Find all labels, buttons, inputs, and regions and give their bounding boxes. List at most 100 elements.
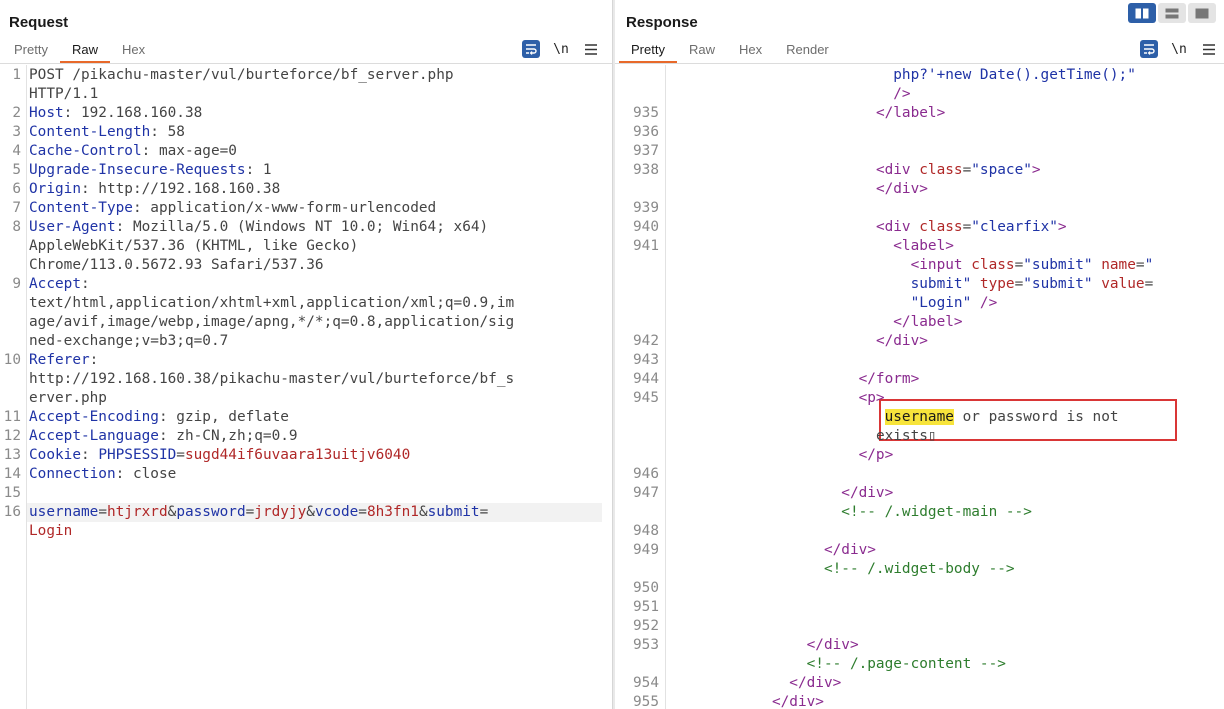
tab-hex[interactable]: Hex xyxy=(727,41,774,61)
code-token: /> xyxy=(979,295,998,311)
tab-raw[interactable]: Raw xyxy=(59,41,110,63)
request-editor[interactable]: 1 POST /pikachu-master/vul/burteforce/bf_… xyxy=(0,65,612,709)
code-text: </div> xyxy=(668,674,841,693)
text-wrap-icon[interactable] xyxy=(1140,40,1158,58)
code-token: type xyxy=(979,276,1015,292)
code-line: 944 </form> xyxy=(615,370,1224,389)
tab-render[interactable]: Render xyxy=(774,41,841,61)
code-text: php?'+new Date().getTime();" xyxy=(668,66,1136,85)
code-token: > xyxy=(1031,162,1041,178)
line-number: 942 xyxy=(633,333,659,349)
code-text: </div> xyxy=(668,541,876,560)
code-text: </label> xyxy=(668,104,945,123)
code-line: 7 Content-Type: application/x-www-form-ur… xyxy=(0,199,612,218)
text-wrap-icon[interactable] xyxy=(522,40,540,58)
code-text: </form> xyxy=(668,370,920,389)
line-number: 955 xyxy=(633,694,659,709)
code-token: /> xyxy=(893,86,911,102)
code-text: Cookie: PHPSESSID=sugd44if6uvaara13uitjv… xyxy=(29,446,410,465)
code-token: Accept-Language xyxy=(29,428,159,444)
code-line: <!-- /.widget-main --> xyxy=(615,503,1224,522)
code-line: 936 xyxy=(615,123,1224,142)
code-token: : http://192.168.160.38 xyxy=(80,181,281,197)
code-line: 10 Referer: xyxy=(0,351,612,370)
line-number: 938 xyxy=(633,162,659,178)
code-token: : 58 xyxy=(150,124,185,140)
show-newlines-button[interactable]: \n xyxy=(1170,40,1188,58)
code-token: = xyxy=(1014,276,1024,292)
code-token: = xyxy=(962,162,972,178)
layout-toggle-group xyxy=(1128,3,1216,23)
tab-pretty[interactable]: Pretty xyxy=(2,41,60,61)
code-line: age/avif,image/webp,image/apng,*/*;q=0.8… xyxy=(0,313,612,332)
code-line: 939 xyxy=(615,199,1224,218)
code-text: </div> xyxy=(668,180,928,199)
code-token: = xyxy=(176,447,185,463)
code-line: 949 </div> xyxy=(615,541,1224,560)
code-token: = xyxy=(98,504,107,520)
code-line: 16 username=htjrxrd&password=jrdyjy&vcode… xyxy=(0,503,612,522)
request-title: Request xyxy=(9,14,69,31)
code-line: "Login" /> xyxy=(615,294,1224,313)
show-newlines-button[interactable]: \n xyxy=(552,40,570,58)
code-text: <label> xyxy=(668,237,954,256)
code-text: Content-Length: 58 xyxy=(29,123,185,142)
response-editor[interactable]: php?'+new Date().getTime();" /> 935 </lab… xyxy=(615,65,1224,709)
code-line: AppleWebKit/537.36 (KHTML, like Gecko) xyxy=(0,237,612,256)
code-token: </div> xyxy=(771,694,824,709)
code-line: 942 </div> xyxy=(615,332,1224,351)
code-token: : xyxy=(89,352,99,368)
layout-single-icon[interactable] xyxy=(1188,3,1216,23)
tab-pretty[interactable]: Pretty xyxy=(619,41,677,63)
code-line: </div> xyxy=(615,180,1224,199)
code-text: </label> xyxy=(668,313,962,332)
code-token: & xyxy=(167,504,177,520)
code-token: : gzip, deflate xyxy=(158,409,289,425)
code-token: Connection xyxy=(29,466,116,482)
code-text: submit" type="submit" value= xyxy=(668,275,1154,294)
code-text: <div class="space"> xyxy=(668,161,1041,180)
code-token: "submit" xyxy=(1023,257,1093,273)
code-token: Host xyxy=(29,105,64,121)
code-text: </p> xyxy=(668,446,894,465)
line-number: 9 xyxy=(12,276,21,292)
code-token: name xyxy=(1101,257,1136,273)
line-number: 14 xyxy=(3,466,21,482)
code-line: HTTP/1.1 xyxy=(0,85,612,104)
tab-hex[interactable]: Hex xyxy=(110,41,157,61)
hamburger-menu-icon[interactable] xyxy=(1200,40,1218,58)
layout-rows-icon[interactable] xyxy=(1158,3,1186,23)
code-line: 1 POST /pikachu-master/vul/burteforce/bf_… xyxy=(0,66,612,85)
tab-raw[interactable]: Raw xyxy=(677,41,727,61)
code-line: 15 xyxy=(0,484,612,503)
code-token: sugd44if6uvaara13uitjv6040 xyxy=(184,447,411,463)
code-token: vcode xyxy=(314,504,359,520)
code-text: </div> xyxy=(668,484,893,503)
code-token: <!-- /.widget-main --> xyxy=(841,504,1032,520)
code-line: ned-exchange;v=b3;q=0.7 xyxy=(0,332,612,351)
code-text: Connection: close xyxy=(29,465,176,484)
code-token: <div xyxy=(875,219,920,235)
code-token: <p> xyxy=(858,390,885,406)
hamburger-menu-icon[interactable] xyxy=(582,40,600,58)
layout-columns-icon[interactable] xyxy=(1128,3,1156,23)
code-token: & xyxy=(306,504,315,520)
code-text: User-Agent: Mozilla/5.0 (Windows NT 10.0… xyxy=(29,218,488,237)
code-line: </label> xyxy=(615,313,1224,332)
code-text: /> xyxy=(668,85,911,104)
response-title: Response xyxy=(626,14,698,31)
code-text: </div> xyxy=(668,693,824,709)
code-line: 945 <p> xyxy=(615,389,1224,408)
code-token: exists▯ xyxy=(875,428,937,444)
